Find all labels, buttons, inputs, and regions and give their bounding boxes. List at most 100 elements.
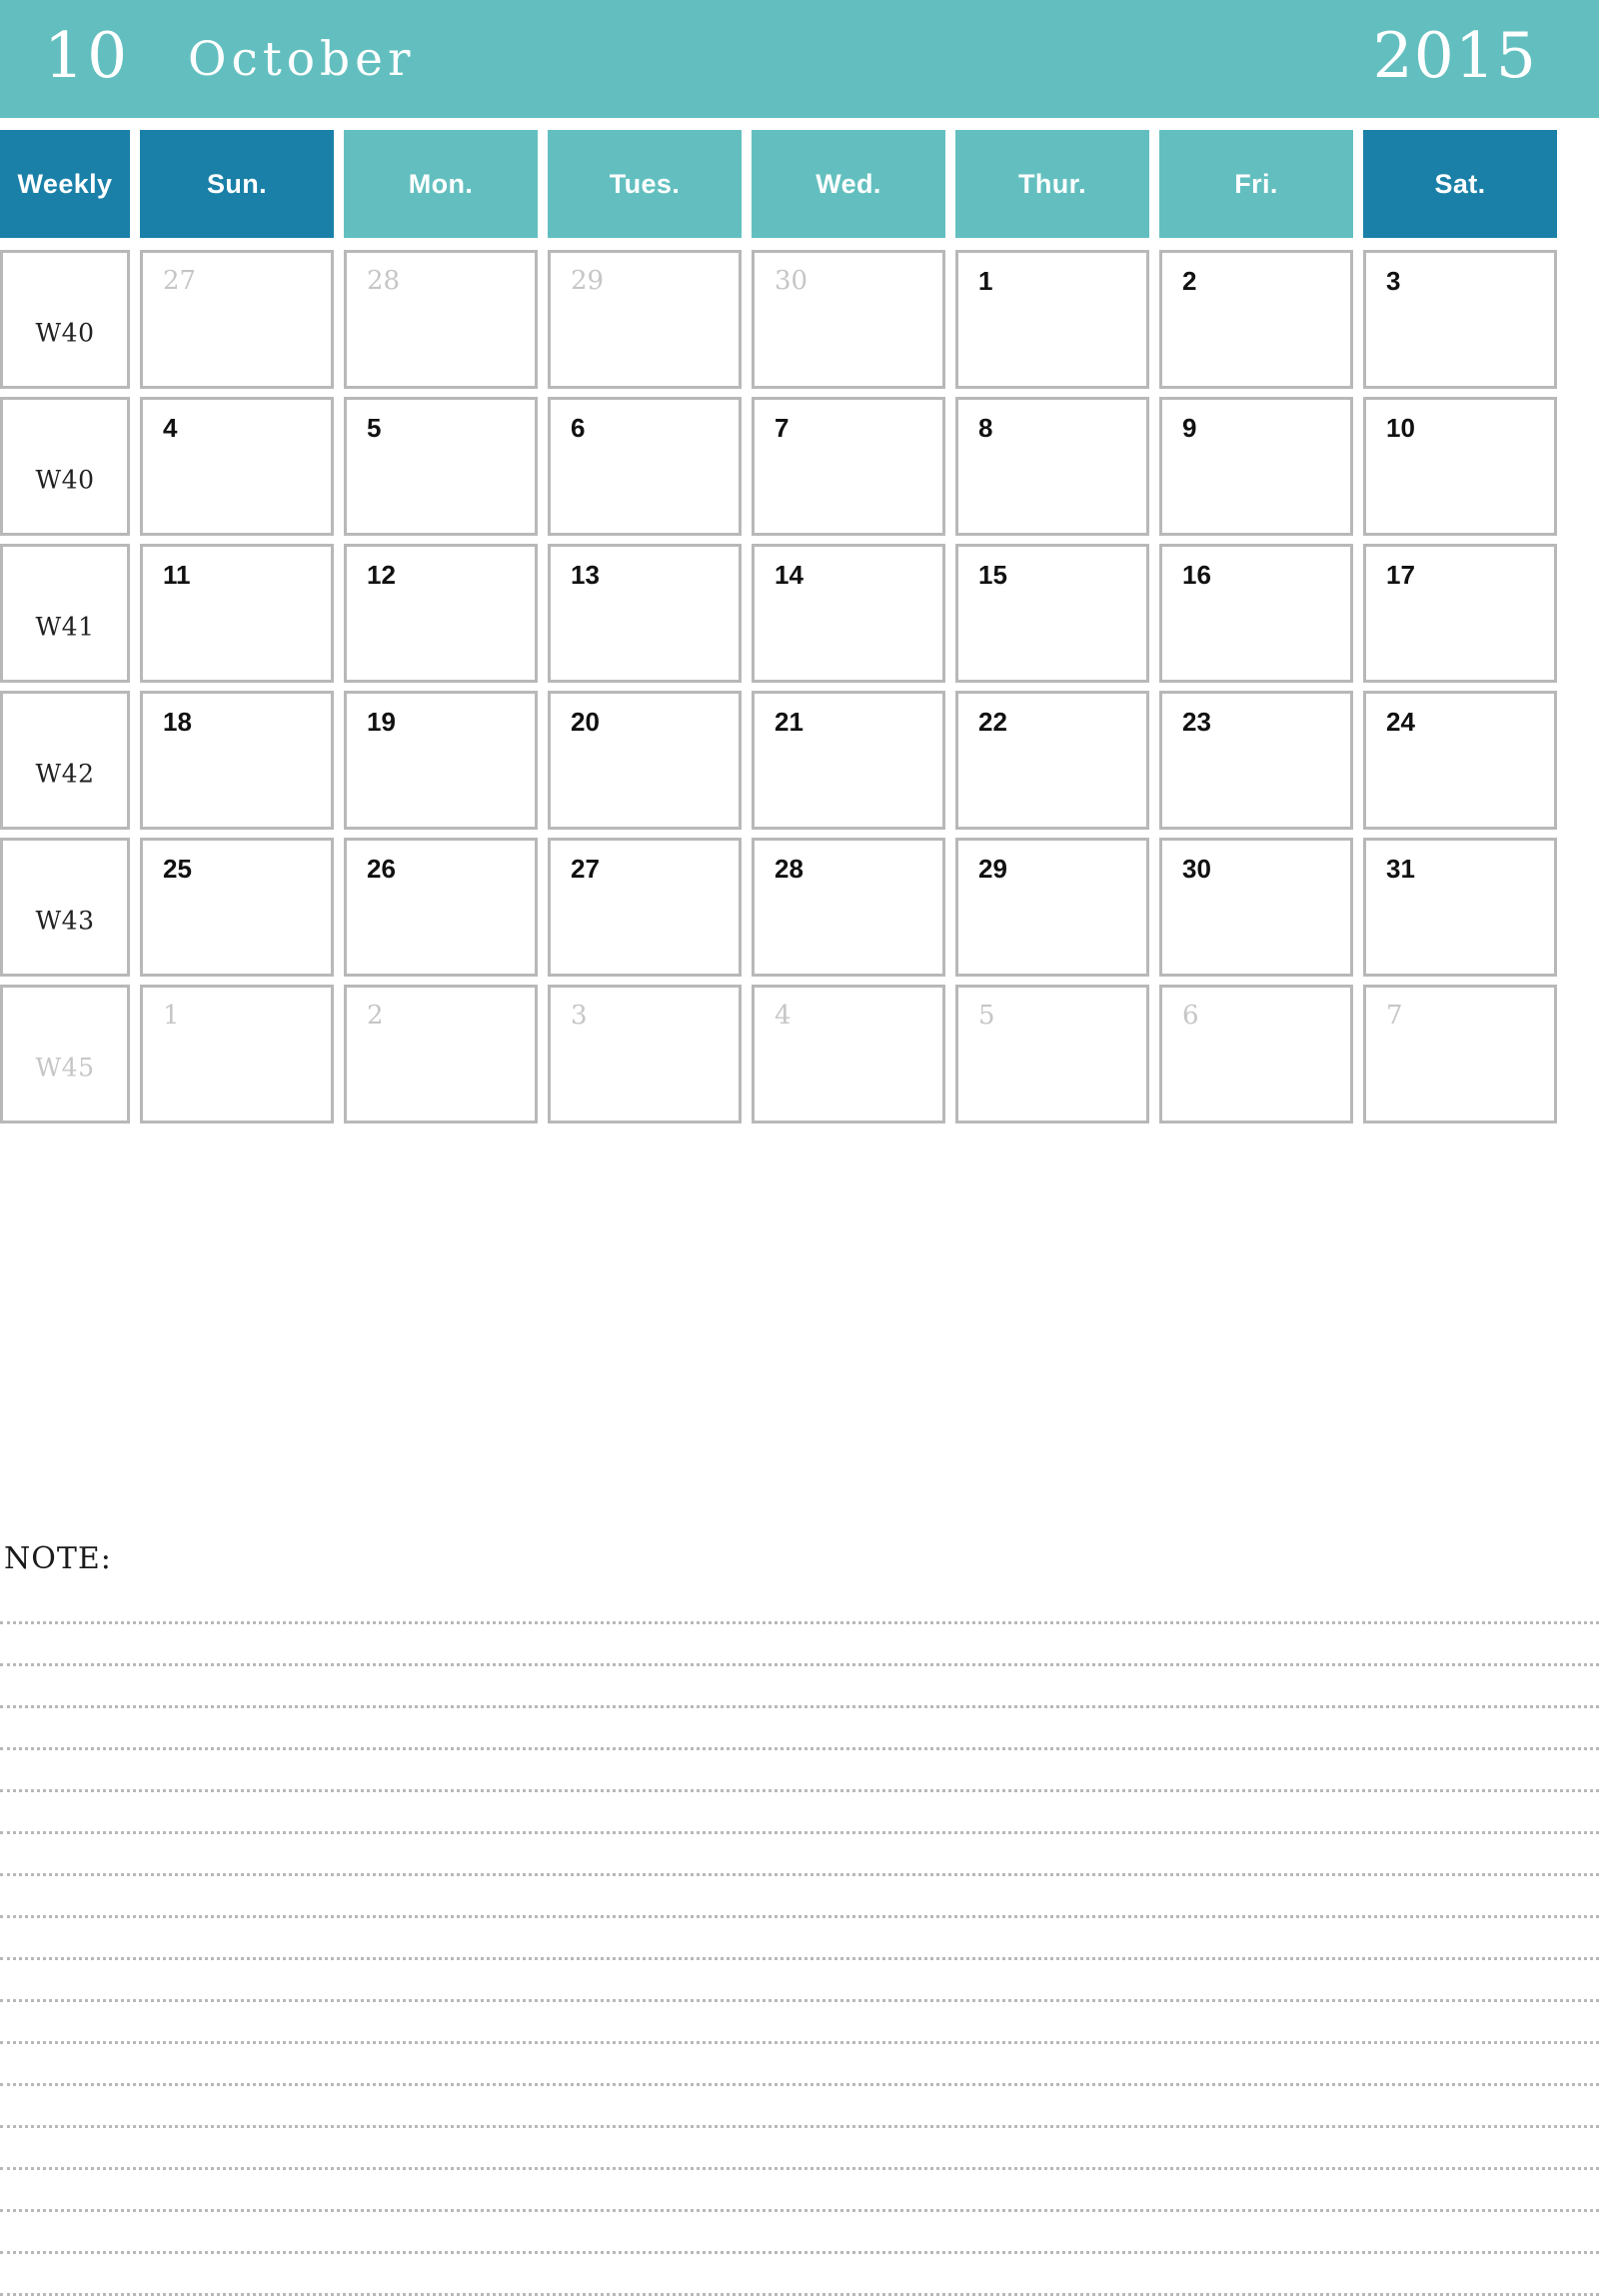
note-line[interactable]: [0, 1624, 1599, 1666]
day-cell[interactable]: 11: [140, 544, 334, 683]
day-number: 24: [1386, 707, 1415, 737]
day-number: 3: [571, 1001, 588, 1031]
day-cell[interactable]: 24: [1363, 691, 1557, 830]
month-name: October: [188, 32, 416, 87]
week-number-cell: W40: [0, 397, 130, 536]
day-cell[interactable]: 2: [344, 985, 538, 1124]
day-number: 21: [775, 707, 803, 737]
day-cell[interactable]: 1: [955, 250, 1149, 389]
day-number: 1: [978, 266, 993, 296]
day-cell[interactable]: 5: [955, 985, 1149, 1124]
day-cell[interactable]: 1: [140, 985, 334, 1124]
note-line[interactable]: [0, 1918, 1599, 1960]
day-cell[interactable]: 10: [1363, 397, 1557, 536]
day-cell[interactable]: 19: [344, 691, 538, 830]
day-number: 6: [1182, 1001, 1199, 1031]
note-line[interactable]: [0, 2086, 1599, 2128]
note-line[interactable]: [0, 2044, 1599, 2086]
day-number: 5: [978, 1001, 995, 1031]
note-line[interactable]: [0, 1666, 1599, 1708]
day-cell[interactable]: 17: [1363, 544, 1557, 683]
day-number: 16: [1182, 560, 1211, 590]
day-number: 23: [1182, 707, 1211, 737]
day-cell[interactable]: 6: [1159, 985, 1353, 1124]
day-number: 2: [367, 1001, 384, 1031]
day-cell[interactable]: 4: [752, 985, 945, 1124]
note-line[interactable]: [0, 1708, 1599, 1750]
note-line[interactable]: [0, 1582, 1599, 1624]
note-line[interactable]: [0, 2128, 1599, 2170]
week-number-label: W41: [35, 612, 95, 642]
column-header-friday: Fri.: [1159, 130, 1353, 238]
day-cell[interactable]: 2: [1159, 250, 1353, 389]
day-cell[interactable]: 29: [548, 250, 742, 389]
day-cell[interactable]: 7: [1363, 985, 1557, 1124]
note-line[interactable]: [0, 1834, 1599, 1876]
day-cell[interactable]: 18: [140, 691, 334, 830]
column-header-sunday: Sun.: [140, 130, 334, 238]
day-number: 19: [367, 707, 396, 737]
day-cell[interactable]: 28: [752, 838, 945, 977]
note-line[interactable]: [0, 1792, 1599, 1834]
day-number: 4: [775, 1001, 792, 1031]
note-line[interactable]: [0, 1960, 1599, 2002]
note-line[interactable]: [0, 2254, 1599, 2296]
note-label: NOTE:: [4, 1541, 112, 1576]
day-cell[interactable]: 30: [752, 250, 945, 389]
day-number: 30: [775, 266, 808, 296]
note-line[interactable]: [0, 2002, 1599, 2044]
week-row: W41 11 12 13 14 15 16 17: [0, 544, 1599, 683]
day-number: 20: [571, 707, 600, 737]
note-line[interactable]: [0, 2170, 1599, 2212]
day-cell[interactable]: 9: [1159, 397, 1353, 536]
week-number-label: W42: [35, 759, 95, 789]
day-number: 11: [163, 560, 191, 590]
week-row: W40 27 28 29 30 1 2 3: [0, 250, 1599, 389]
day-number: 7: [1386, 1001, 1403, 1031]
day-cell[interactable]: 14: [752, 544, 945, 683]
day-cell[interactable]: 5: [344, 397, 538, 536]
day-cell[interactable]: 4: [140, 397, 334, 536]
day-cell[interactable]: 26: [344, 838, 538, 977]
day-cell[interactable]: 8: [955, 397, 1149, 536]
day-cell[interactable]: 3: [1363, 250, 1557, 389]
day-cell[interactable]: 27: [140, 250, 334, 389]
day-number: 28: [367, 266, 401, 296]
note-line[interactable]: [0, 1876, 1599, 1918]
day-cell[interactable]: 20: [548, 691, 742, 830]
note-line[interactable]: [0, 1750, 1599, 1792]
column-header-thursday: Thur.: [955, 130, 1149, 238]
day-cell[interactable]: 21: [752, 691, 945, 830]
day-number: 12: [367, 560, 396, 590]
calendar-title-banner: 10 October 2015: [0, 0, 1599, 118]
week-number-cell: W40: [0, 250, 130, 389]
day-cell[interactable]: 31: [1363, 838, 1557, 977]
day-number: 28: [775, 854, 803, 884]
day-cell[interactable]: 29: [955, 838, 1149, 977]
day-cell[interactable]: 22: [955, 691, 1149, 830]
day-number: 10: [1386, 413, 1415, 443]
day-cell[interactable]: 27: [548, 838, 742, 977]
column-header-tuesday: Tues.: [548, 130, 742, 238]
day-cell[interactable]: 23: [1159, 691, 1353, 830]
day-cell[interactable]: 15: [955, 544, 1149, 683]
day-cell[interactable]: 6: [548, 397, 742, 536]
day-cell[interactable]: 7: [752, 397, 945, 536]
day-cell[interactable]: 30: [1159, 838, 1353, 977]
year-label: 2015: [1372, 19, 1537, 92]
day-cell[interactable]: 13: [548, 544, 742, 683]
day-number: 27: [571, 854, 600, 884]
note-line[interactable]: [0, 2212, 1599, 2254]
week-number-cell: W41: [0, 544, 130, 683]
day-cell[interactable]: 25: [140, 838, 334, 977]
day-cell[interactable]: 16: [1159, 544, 1353, 683]
day-number: 8: [978, 413, 993, 443]
note-writing-lines[interactable]: [0, 1582, 1599, 2296]
week-row: W42 18 19 20 21 22 23 24: [0, 691, 1599, 830]
day-number: 27: [163, 266, 197, 296]
day-cell[interactable]: 28: [344, 250, 538, 389]
day-cell[interactable]: 3: [548, 985, 742, 1124]
day-cell[interactable]: 12: [344, 544, 538, 683]
week-number-cell: W43: [0, 838, 130, 977]
week-number-label: W40: [35, 318, 95, 348]
